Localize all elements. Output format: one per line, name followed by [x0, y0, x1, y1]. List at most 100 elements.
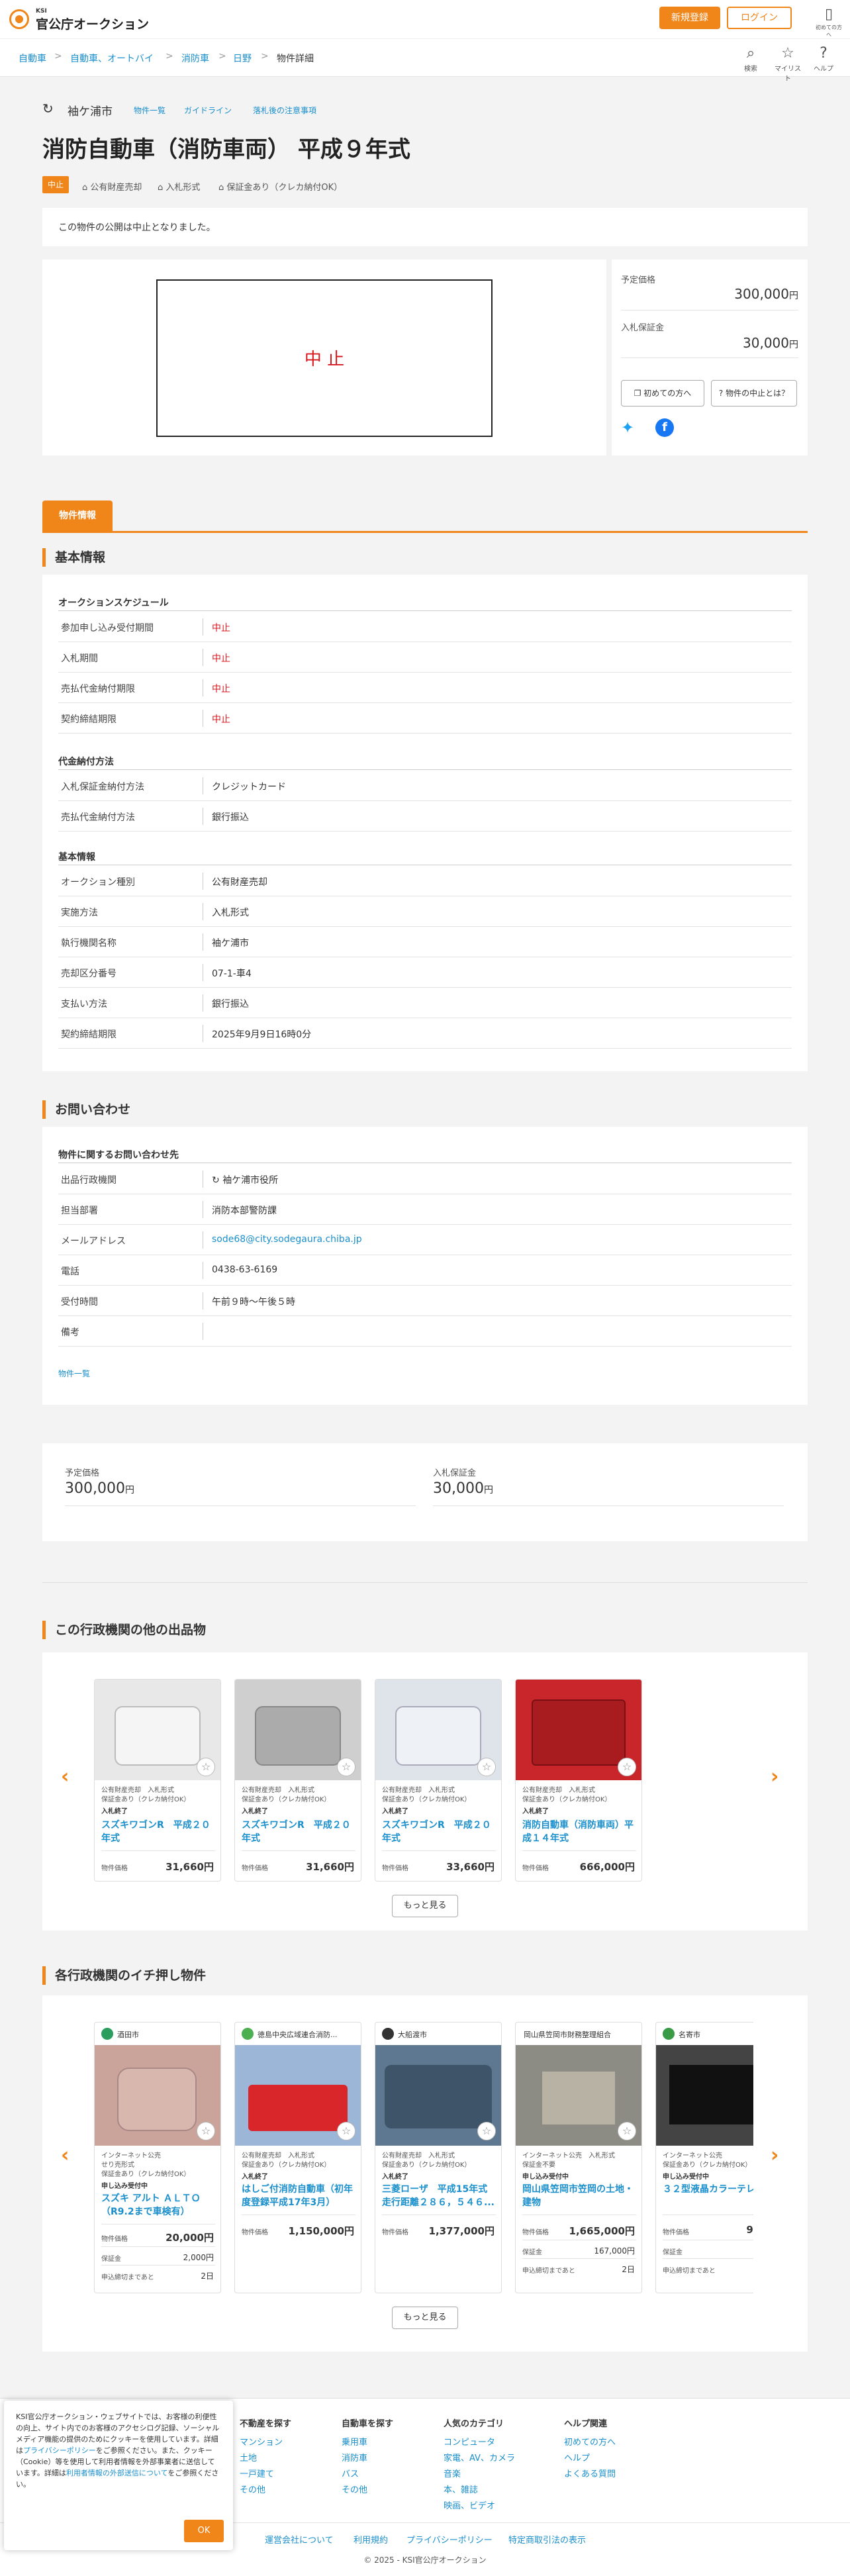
beginner-button[interactable]: ❐ 初めての方へ: [621, 380, 704, 406]
deadline-value: 2日: [622, 2265, 635, 2274]
privacy-policy-link[interactable]: プライバシーポリシー: [23, 2446, 96, 2455]
org-logo-icon: [663, 2028, 675, 2040]
carousel-prev-arrow[interactable]: ‹: [61, 1765, 69, 1788]
footer-link[interactable]: その他: [240, 2483, 265, 2495]
item-list-link[interactable]: 物件一覧: [58, 1368, 90, 1379]
favorite-star-icon[interactable]: ☆: [477, 2122, 496, 2140]
info-row: 契約締結期限 中止: [58, 703, 792, 734]
deposit-value: 167,000円: [594, 2246, 635, 2256]
product-status: 入札終了: [382, 1808, 408, 1815]
footer-link[interactable]: よくある質問: [564, 2467, 616, 2479]
footer-bottom-link[interactable]: 特定商取引法の表示: [508, 2533, 586, 2546]
footer-link[interactable]: 乗用車: [342, 2435, 367, 2448]
favorite-star-icon[interactable]: ☆: [618, 1758, 636, 1776]
product-card[interactable]: 大船渡市 ☆ 公有財産売却 入札形式 保証金あり（クレカ納付OK） 入札終了 三…: [375, 2022, 502, 2293]
favorite-star-icon[interactable]: ☆: [197, 1758, 215, 1776]
cancel-info-button[interactable]: ? 物件の中止とは？: [711, 380, 797, 406]
notice-text: この物件の公開は中止となりました。: [58, 222, 216, 233]
footer-link[interactable]: 初めての方へ: [564, 2435, 616, 2448]
info-row: 執行機関名称 袖ケ浦市: [58, 927, 792, 957]
footer-link[interactable]: 一戸建て: [240, 2467, 274, 2479]
footer-link[interactable]: 家電、AV、カメラ: [444, 2451, 515, 2463]
product-title[interactable]: スズキ アルト ＡＬＴＯ（R9.2まで車検有）: [101, 2192, 215, 2218]
footer-link[interactable]: バス: [342, 2467, 359, 2479]
price-summary: 予定価格 300,000円 入札保証金 30,000円: [42, 1443, 808, 1541]
product-card[interactable]: ☆ 公有財産売却 入札形式 保証金あり（クレカ納付OK） 入札終了 スズキワゴン…: [375, 1679, 502, 1882]
login-button[interactable]: ログイン: [727, 7, 792, 29]
cookie-ok-button[interactable]: OK: [184, 2520, 224, 2542]
org-name[interactable]: 袖ケ浦市: [68, 102, 113, 119]
footer-link[interactable]: その他: [342, 2483, 367, 2495]
product-tags: 公有財産売却 入札形式: [242, 1787, 314, 1794]
item-image: 中 止: [156, 279, 493, 437]
product-title[interactable]: 三菱ローザ 平成15年式 走行距離２８６，５４６...: [382, 2183, 496, 2209]
carousel-next-arrow[interactable]: ›: [771, 1765, 779, 1788]
group-heading: 基本情報: [58, 852, 95, 863]
product-card[interactable]: ☆ 公有財産売却 入札形式 保証金あり（クレカ納付OK） 入札終了 スズキワゴン…: [94, 1679, 221, 1882]
footer-link[interactable]: 消防車: [342, 2451, 367, 2463]
favorite-star-icon[interactable]: ☆: [337, 1758, 355, 1776]
product-card[interactable]: ☆ 公有財産売却 入札形式 保証金あり（クレカ納付OK） 入札終了 スズキワゴン…: [234, 1679, 361, 1882]
product-card[interactable]: ☆ 公有財産売却 入札形式 保証金あり（クレカ納付OK） 入札終了 消防自動車（…: [515, 1679, 642, 1882]
footer-link[interactable]: 本、雑誌: [444, 2483, 478, 2495]
logo-mark-icon: [9, 9, 29, 29]
product-title[interactable]: 消防自動車（消防車両）平成１４年式: [522, 1819, 636, 1845]
footer-link[interactable]: 映画、ビデオ: [444, 2499, 495, 2511]
register-button[interactable]: 新規登録: [659, 7, 720, 29]
deadline-value: 2日: [201, 2271, 214, 2281]
org-link[interactable]: 物件一覧: [134, 105, 165, 116]
search-link[interactable]: ⌕ 検索: [736, 44, 765, 73]
favorite-star-icon[interactable]: ☆: [618, 2122, 636, 2140]
footer-bottom-link[interactable]: 運営会社について: [265, 2533, 334, 2546]
product-title[interactable]: スズキワゴンR 平成２０年式: [382, 1819, 496, 1845]
contact-row: メールアドレス sode68@city.sodegaura.chiba.jp: [58, 1225, 792, 1255]
breadcrumb-item[interactable]: 日野: [233, 52, 252, 65]
org-logo-icon: [101, 2028, 113, 2040]
org-link[interactable]: 落札後の注意事項: [253, 105, 316, 116]
email-link[interactable]: sode68@city.sodegaura.chiba.jp: [212, 1234, 362, 1245]
product-card[interactable]: 徳島中央広域連合消防... ☆ 公有財産売却 入札形式 保証金あり（クレカ納付O…: [234, 2022, 361, 2293]
product-title[interactable]: スズキワゴンR 平成２０年式: [242, 1819, 355, 1845]
favorite-star-icon[interactable]: ☆: [477, 1758, 496, 1776]
carousel-prev-arrow[interactable]: ‹: [61, 2144, 69, 2167]
footer-link[interactable]: マンション: [240, 2435, 283, 2448]
logo[interactable]: KSI 官公庁オークション: [9, 7, 168, 32]
help-link[interactable]: ? ヘルプ: [809, 44, 838, 73]
favorite-star-icon[interactable]: ☆: [197, 2122, 215, 2140]
org-line: ↻ 袖ケ浦市 物件一覧 ガイドライン 落札後の注意事項: [42, 99, 440, 119]
footer-link[interactable]: コンピュータ: [444, 2435, 495, 2448]
price-panel: 予定価格 300,000円 入札保証金 30,000円 ❐ 初めての方へ ? 物…: [612, 260, 808, 455]
product-title[interactable]: スズキワゴンR 平成２０年式: [101, 1819, 215, 1845]
summary-estimate-value: 300,000円: [65, 1480, 134, 1497]
deadline-label: 申込締切まであと: [522, 2267, 575, 2275]
product-card[interactable]: 名寄市 インターネット公売 保証金あり（クレカ納付OK） 申し込み受付中 ３２型…: [655, 2022, 753, 2293]
footer-link[interactable]: ヘルプ: [564, 2451, 590, 2463]
price-value: 31,660円: [306, 1861, 354, 1873]
carousel-next-arrow[interactable]: ›: [771, 2144, 779, 2167]
product-card[interactable]: 岡山県笠岡市財務整理組合 ☆ インターネット公売 入札形式 保証金不要 申し込み…: [515, 2022, 642, 2293]
price-value: 20,000円: [165, 2232, 214, 2244]
info-row: 売却区分番号 07-1-車4: [58, 957, 792, 988]
more-button[interactable]: もっと見る: [392, 2307, 458, 2329]
product-card[interactable]: 酒田市 ☆ インターネット公売 せり売形式 保証金あり（クレカ納付OK） 申し込…: [94, 2022, 221, 2293]
product-title[interactable]: はしご付消防自動車（初年度登録平成17年3月）: [242, 2183, 355, 2209]
footer-bottom-link[interactable]: プライバシーポリシー: [406, 2533, 493, 2546]
more-button[interactable]: もっと見る: [392, 1895, 458, 1917]
footer-bottom-link[interactable]: 利用規約: [354, 2533, 388, 2546]
breadcrumb-item[interactable]: 自動車: [19, 52, 46, 65]
beginner-link[interactable]: ▯ 初めての方へ: [814, 5, 843, 38]
facebook-icon[interactable]: f: [655, 418, 674, 437]
breadcrumb-item[interactable]: 消防車: [181, 52, 209, 65]
tab-item-info[interactable]: 物件情報: [42, 501, 113, 531]
mylist-link[interactable]: ☆ マイリスト: [773, 44, 802, 83]
favorite-star-icon[interactable]: ☆: [337, 2122, 355, 2140]
org-link[interactable]: ガイドライン: [184, 105, 232, 116]
product-tags: 保証金不要: [522, 2162, 555, 2169]
product-title[interactable]: 岡山県笠岡市笠岡の土地・建物: [522, 2183, 636, 2209]
breadcrumb-item[interactable]: 自動車、オートバイ: [70, 52, 154, 65]
twitter-icon[interactable]: ✦: [621, 418, 634, 437]
footer-link[interactable]: 土地: [240, 2451, 257, 2463]
product-title[interactable]: ３２型液晶カラーテレビ: [663, 2183, 753, 2196]
external-transmission-link[interactable]: 利用者情報の外部送信について: [66, 2469, 167, 2477]
footer-link[interactable]: 音楽: [444, 2467, 461, 2479]
